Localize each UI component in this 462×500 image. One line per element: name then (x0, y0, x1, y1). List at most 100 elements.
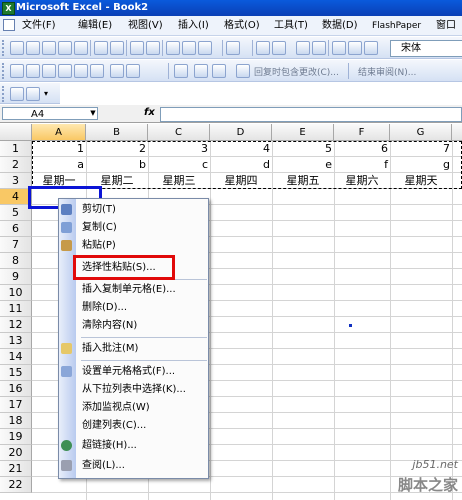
save-icon[interactable] (42, 41, 56, 55)
print-icon[interactable] (94, 41, 108, 55)
permission-icon[interactable] (58, 41, 72, 55)
menu-item-insert-copied-cells[interactable]: 插入复制单元格(E)... (59, 281, 208, 299)
insert-function-icon[interactable]: fx (144, 107, 155, 118)
row-header[interactable]: 15 (0, 365, 32, 381)
show-comment-icon[interactable] (58, 64, 72, 78)
toolbar-options-chevron-icon[interactable]: ▾ (44, 89, 48, 98)
menu-item-hyperlink[interactable]: 超链接(H)... (59, 437, 208, 455)
menu-window[interactable]: 窗口 (436, 19, 456, 33)
cut-icon[interactable] (166, 41, 180, 55)
excel-app-icon[interactable]: X (2, 2, 15, 15)
menu-item-paste[interactable]: 粘贴(P) (59, 237, 208, 255)
column-header-f[interactable]: F (334, 124, 390, 141)
menu-item-cut[interactable]: 剪切(T) (59, 201, 208, 219)
menu-item-insert-comment[interactable]: 插入批注(M) (59, 340, 208, 358)
sort-ascending-icon[interactable] (296, 41, 310, 55)
row-header[interactable]: 9 (0, 269, 32, 285)
row-header[interactable]: 8 (0, 253, 32, 269)
menu-view[interactable]: 视图(V) (128, 19, 163, 33)
row-header[interactable]: 18 (0, 413, 32, 429)
menu-flashpaper[interactable]: FlashPaper (372, 19, 421, 33)
menu-item-clear-contents[interactable]: 清除内容(N) (59, 317, 208, 335)
column-header-a[interactable]: A (32, 124, 86, 141)
menu-data[interactable]: 数据(D) (322, 19, 358, 33)
row-header[interactable]: 6 (0, 221, 32, 237)
show-all-comments-icon[interactable] (74, 64, 88, 78)
font-name-box[interactable]: 宋体 (390, 40, 462, 57)
row-header[interactable]: 7 (0, 237, 32, 253)
column-header-g[interactable]: G (390, 124, 452, 141)
select-all-corner[interactable] (0, 124, 32, 141)
row-header[interactable]: 13 (0, 333, 32, 349)
row-header[interactable]: 11 (0, 301, 32, 317)
show-ink-icon[interactable] (90, 64, 104, 78)
menu-file[interactable]: 文件(F) (22, 19, 56, 33)
track-changes-icon[interactable] (126, 64, 140, 78)
column-header-b[interactable]: B (86, 124, 148, 141)
help-icon[interactable] (364, 41, 378, 55)
column-header-d[interactable]: D (210, 124, 272, 141)
print-preview-icon[interactable] (110, 41, 124, 55)
row-header[interactable]: 22 (0, 477, 32, 493)
row-header[interactable]: 20 (0, 445, 32, 461)
autosum-icon[interactable] (272, 41, 286, 55)
highlight-icon[interactable] (26, 87, 40, 101)
menu-item-label: 清除内容(N) (82, 320, 138, 331)
reviewing-pane-icon[interactable] (174, 64, 188, 78)
next-comment-icon[interactable] (42, 64, 56, 78)
menu-item-create-list[interactable]: 创建列表(C)... (59, 417, 208, 435)
row-header[interactable]: 21 (0, 461, 32, 477)
row-header[interactable]: 12 (0, 317, 32, 333)
undo-icon[interactable] (226, 41, 240, 55)
row-header[interactable]: 10 (0, 285, 32, 301)
previous-comment-icon[interactable] (26, 64, 40, 78)
row-header[interactable]: 16 (0, 381, 32, 397)
drawing-icon[interactable] (348, 41, 362, 55)
name-box-dropdown-icon[interactable]: ▼ (88, 107, 98, 120)
delete-comment-icon[interactable] (110, 64, 124, 78)
open-icon[interactable] (26, 41, 40, 55)
form-icon[interactable] (10, 87, 24, 101)
menu-item-add-watch[interactable]: 添加监视点(W) (59, 399, 208, 417)
toolbar-grip[interactable] (2, 40, 7, 56)
paste-icon[interactable] (198, 41, 212, 55)
row-header[interactable]: 19 (0, 429, 32, 445)
column-header-e[interactable]: E (272, 124, 334, 141)
hyperlink-icon[interactable] (256, 41, 270, 55)
hyperlink-globe-icon (61, 440, 72, 451)
reply-with-changes-button[interactable]: 回复时包含更改(C)... (254, 65, 339, 78)
menu-item-lookup[interactable]: 查阅(L)... (59, 457, 208, 475)
research-icon[interactable] (146, 41, 160, 55)
menu-item-pick-from-list[interactable]: 从下拉列表中选择(K)... (59, 381, 208, 399)
new-comment-icon[interactable] (10, 64, 24, 78)
name-box[interactable]: A4 (2, 107, 98, 120)
row-header[interactable]: 14 (0, 349, 32, 365)
row-header[interactable]: 1 (0, 141, 32, 157)
menu-item-delete[interactable]: 删除(D)... (59, 299, 208, 317)
new-icon[interactable] (10, 41, 24, 55)
reply-with-changes-icon[interactable] (236, 64, 250, 78)
menu-item-format-cells[interactable]: 设置单元格格式(F)... (59, 363, 208, 381)
toolbar-grip[interactable] (2, 63, 7, 79)
toolbar-grip[interactable] (2, 86, 7, 102)
email-icon[interactable] (74, 41, 88, 55)
send-to-mail-icon[interactable] (212, 64, 226, 78)
formula-input[interactable] (160, 107, 462, 122)
row-header[interactable]: 2 (0, 157, 32, 173)
toolbar-separator (162, 40, 163, 56)
end-review-button[interactable]: 结束审阅(N)... (358, 65, 416, 78)
copy-icon[interactable] (182, 41, 196, 55)
column-header-h[interactable] (452, 124, 462, 141)
menu-format[interactable]: 格式(O) (224, 19, 260, 33)
row-header[interactable]: 17 (0, 397, 32, 413)
chart-wizard-icon[interactable] (332, 41, 346, 55)
column-header-c[interactable]: C (148, 124, 210, 141)
menu-tools[interactable]: 工具(T) (274, 19, 308, 33)
update-file-icon[interactable] (194, 64, 208, 78)
menu-item-copy[interactable]: 复制(C) (59, 219, 208, 237)
menu-insert[interactable]: 插入(I) (178, 19, 209, 33)
sort-descending-icon[interactable] (312, 41, 326, 55)
workbook-control-icon[interactable] (3, 19, 17, 35)
menu-edit[interactable]: 编辑(E) (78, 19, 112, 33)
spelling-icon[interactable] (130, 41, 144, 55)
